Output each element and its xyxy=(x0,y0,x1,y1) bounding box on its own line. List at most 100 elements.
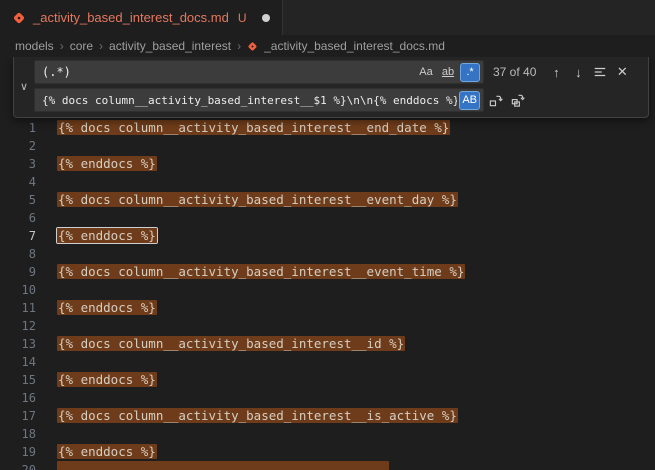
line-number[interactable]: 7 xyxy=(0,227,36,245)
line-number[interactable]: 14 xyxy=(0,353,36,371)
code-line[interactable]: 18 xyxy=(0,425,655,443)
code-line[interactable]: 6 xyxy=(0,209,655,227)
line-number[interactable]: 2 xyxy=(0,137,36,155)
breadcrumb: models › core › activity_based_interest … xyxy=(0,35,655,57)
line-number[interactable]: 6 xyxy=(0,209,36,227)
code-lines: 1{% docs column__activity_based_interest… xyxy=(0,57,655,470)
code-line[interactable]: 8 xyxy=(0,245,655,263)
line-number[interactable]: 11 xyxy=(0,299,36,317)
chevron-down-icon: ∨ xyxy=(20,80,28,93)
match-count: 37 of 40 xyxy=(493,65,536,79)
line-content[interactable] xyxy=(36,461,389,470)
code-line[interactable]: 3{% enddocs %} xyxy=(0,155,655,173)
line-number[interactable]: 10 xyxy=(0,281,36,299)
chevron-right-icon: › xyxy=(60,39,64,53)
code-line[interactable]: 9{% docs column__activity_based_interest… xyxy=(0,263,655,281)
line-number[interactable]: 18 xyxy=(0,425,36,443)
find-match: {% enddocs %} xyxy=(57,444,157,459)
line-number[interactable]: 15 xyxy=(0,371,36,389)
line-content[interactable] xyxy=(36,389,57,407)
vscode-window: _activity_based_interest_docs.md U model… xyxy=(0,0,655,470)
code-line[interactable]: 1{% docs column__activity_based_interest… xyxy=(0,119,655,137)
line-content[interactable]: {% docs column__activity_based_interest_… xyxy=(36,407,458,425)
arrow-down-icon: ↓ xyxy=(575,65,582,80)
line-content[interactable]: {% enddocs %} xyxy=(36,443,157,461)
find-match: {% docs column__activity_based_interest_… xyxy=(57,336,405,351)
line-content[interactable]: {% docs column__activity_based_interest_… xyxy=(36,335,405,353)
find-match: {% docs column__activity_based_interest_… xyxy=(57,408,458,423)
selection-icon xyxy=(593,65,607,79)
code-line[interactable]: 15 {% enddocs %} xyxy=(0,371,655,389)
line-content[interactable]: {% docs column__activity_based_interest_… xyxy=(36,263,465,281)
dbt-file-icon xyxy=(247,41,258,52)
line-content[interactable] xyxy=(36,209,57,227)
find-match: {% enddocs %} xyxy=(57,372,157,387)
breadcrumb-item-activity-based-interest[interactable]: activity_based_interest xyxy=(109,39,231,53)
replace-all-button[interactable] xyxy=(506,89,528,111)
line-number[interactable]: 3 xyxy=(0,155,36,173)
breadcrumb-item-models[interactable]: models xyxy=(15,39,54,53)
code-line[interactable]: 11{% enddocs %} xyxy=(0,299,655,317)
line-number[interactable]: 1 xyxy=(0,119,36,137)
unsaved-changes-dot[interactable] xyxy=(262,14,270,22)
find-input[interactable]: (.*) Aa ab .* xyxy=(34,60,484,84)
preserve-case-button[interactable]: AB xyxy=(459,91,480,110)
breadcrumb-item-file[interactable]: _activity_based_interest_docs.md xyxy=(264,39,445,53)
code-line[interactable]: 14 xyxy=(0,353,655,371)
line-content[interactable]: {% enddocs %} xyxy=(36,299,157,317)
line-number[interactable]: 13 xyxy=(0,335,36,353)
line-number[interactable]: 9 xyxy=(0,263,36,281)
partial-find-match xyxy=(57,461,389,470)
line-content[interactable] xyxy=(36,137,57,155)
tab-filename: _activity_based_interest_docs.md xyxy=(33,10,229,25)
line-content[interactable]: {% docs column__activity_based_interest_… xyxy=(36,119,450,137)
match-case-button[interactable]: Aa xyxy=(416,63,436,82)
line-content[interactable]: {% enddocs %} xyxy=(36,227,157,245)
close-button[interactable]: ✕ xyxy=(611,61,633,83)
line-number[interactable]: 20 xyxy=(0,461,36,470)
code-line[interactable]: 5 {% docs column__activity_based_interest… xyxy=(0,191,655,209)
line-number[interactable]: 8 xyxy=(0,245,36,263)
editor-tab[interactable]: _activity_based_interest_docs.md U xyxy=(0,0,283,35)
line-content[interactable]: {% enddocs %} xyxy=(36,155,157,173)
breadcrumb-item-core[interactable]: core xyxy=(70,39,93,53)
find-row: (.*) Aa ab .* 37 of 40 ↑ ↓ xyxy=(34,60,644,84)
code-line[interactable]: 12 xyxy=(0,317,655,335)
code-line[interactable]: 20 xyxy=(0,461,655,470)
code-line[interactable]: 19 {% enddocs %} xyxy=(0,443,655,461)
toggle-replace-button[interactable]: ∨ xyxy=(14,60,34,112)
line-content[interactable] xyxy=(36,317,57,335)
line-number[interactable]: 19 xyxy=(0,443,36,461)
line-number[interactable]: 16 xyxy=(0,389,36,407)
line-number[interactable]: 4 xyxy=(0,173,36,191)
replace-button[interactable] xyxy=(484,89,506,111)
line-number[interactable]: 17 xyxy=(0,407,36,425)
chevron-right-icon: › xyxy=(237,39,241,53)
replace-all-icon xyxy=(510,93,525,108)
line-content[interactable] xyxy=(36,173,57,191)
tab-bar: _activity_based_interest_docs.md U xyxy=(0,0,655,35)
previous-match-button[interactable]: ↑ xyxy=(545,61,567,83)
code-line[interactable]: 2 xyxy=(0,137,655,155)
regex-button[interactable]: .* xyxy=(460,63,480,82)
code-line[interactable]: 16 xyxy=(0,389,655,407)
line-content[interactable] xyxy=(36,281,57,299)
code-line[interactable]: 17 {% docs column__activity_based_interes… xyxy=(0,407,655,425)
replace-input[interactable]: {% docs column__activity_based_interest_… xyxy=(34,88,484,112)
replace-row: {% docs column__activity_based_interest_… xyxy=(34,88,644,112)
line-content[interactable] xyxy=(36,245,57,263)
code-line[interactable]: 7{% enddocs %} xyxy=(0,227,655,245)
find-match: {% docs column__activity_based_interest_… xyxy=(57,192,458,207)
line-content[interactable] xyxy=(36,425,57,443)
line-content[interactable]: {% enddocs %} xyxy=(36,371,157,389)
code-line[interactable]: 10 xyxy=(0,281,655,299)
line-number[interactable]: 12 xyxy=(0,317,36,335)
line-content[interactable]: {% docs column__activity_based_interest_… xyxy=(36,191,458,209)
next-match-button[interactable]: ↓ xyxy=(567,61,589,83)
line-number[interactable]: 5 xyxy=(0,191,36,209)
line-content[interactable] xyxy=(36,353,57,371)
whole-word-button[interactable]: ab xyxy=(438,63,458,82)
find-in-selection-button[interactable] xyxy=(589,61,611,83)
code-line[interactable]: 13 {% docs column__activity_based_interes… xyxy=(0,335,655,353)
code-line[interactable]: 4 xyxy=(0,173,655,191)
